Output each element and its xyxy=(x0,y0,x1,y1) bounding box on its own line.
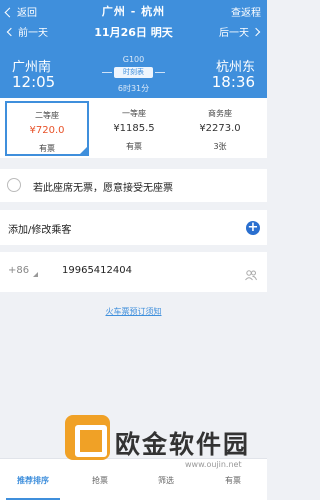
booking-notice-link[interactable]: 火车票预订须知 xyxy=(0,306,267,317)
watermark: 欧金软件园 www.oujin.net xyxy=(60,410,260,490)
tab-recommended-sort[interactable]: 推荐排序 xyxy=(0,475,66,486)
seat-price: ¥720.0 xyxy=(29,125,65,136)
contact-phone-row: +86 19965412404 xyxy=(0,252,267,292)
seat-name: 商务座 xyxy=(208,109,232,118)
add-passenger-label: 添加/修改乘客 xyxy=(8,225,72,236)
watermark-text: 欧金软件园 xyxy=(115,430,251,459)
chevron-right-icon xyxy=(251,27,261,36)
seat-option-first-class[interactable]: 一等座 ¥1185.5 有票 xyxy=(92,101,176,156)
selected-check-icon xyxy=(79,146,88,155)
caret-icon xyxy=(33,272,38,277)
top-bar: 返回 广州 - 杭州 查返程 xyxy=(0,0,267,21)
accept-no-seat-label: 若此座席无票，愿意接受无座票 xyxy=(33,183,173,194)
watermark-url: www.oujin.net xyxy=(185,460,242,469)
phone-number-field[interactable]: 19965412404 xyxy=(62,265,132,276)
seat-option-second-class[interactable]: 二等座 ¥720.0 有票 xyxy=(5,101,89,156)
next-day-label: 后一天 xyxy=(219,28,249,39)
trip-duration: 6时31分 xyxy=(117,84,150,93)
accept-no-seat-radio[interactable] xyxy=(7,178,21,192)
seat-name: 二等座 xyxy=(35,111,59,120)
seat-price: ¥1185.5 xyxy=(113,123,155,134)
date-bar: 前一天 11月26日 明天 后一天 xyxy=(0,21,267,41)
next-day-button[interactable]: 后一天 xyxy=(219,24,261,39)
seat-availability: 有票 xyxy=(126,142,142,151)
route-title: 广州 - 杭州 xyxy=(101,5,166,18)
watermark-logo-icon xyxy=(65,415,110,460)
seat-option-business-class[interactable]: 商务座 ¥2273.0 3张 xyxy=(178,101,262,156)
train-number: G100 xyxy=(122,55,145,64)
trip-header: 返回 广州 - 杭州 查返程 前一天 11月26日 明天 后一天 广州南 杭州东… xyxy=(0,0,267,98)
passenger-row[interactable]: 添加/修改乘客 + xyxy=(0,210,267,245)
seat-availability: 3张 xyxy=(213,142,227,151)
timetable-button[interactable]: 时刻表 xyxy=(102,67,165,78)
return-trip-button[interactable]: 查返程 xyxy=(231,4,261,19)
seat-class-selector: 二等座 ¥720.0 有票 一等座 ¥1185.5 有票 商务座 ¥2273.0… xyxy=(0,98,267,158)
seat-price: ¥2273.0 xyxy=(199,123,241,134)
country-code[interactable]: +86 xyxy=(8,265,29,276)
accept-no-seat-row[interactable]: 若此座席无票，愿意接受无座票 xyxy=(0,169,267,202)
contacts-icon[interactable] xyxy=(245,266,257,285)
add-passenger-icon[interactable]: + xyxy=(246,221,260,235)
seat-availability: 有票 xyxy=(39,144,55,153)
seat-name: 一等座 xyxy=(122,109,146,118)
